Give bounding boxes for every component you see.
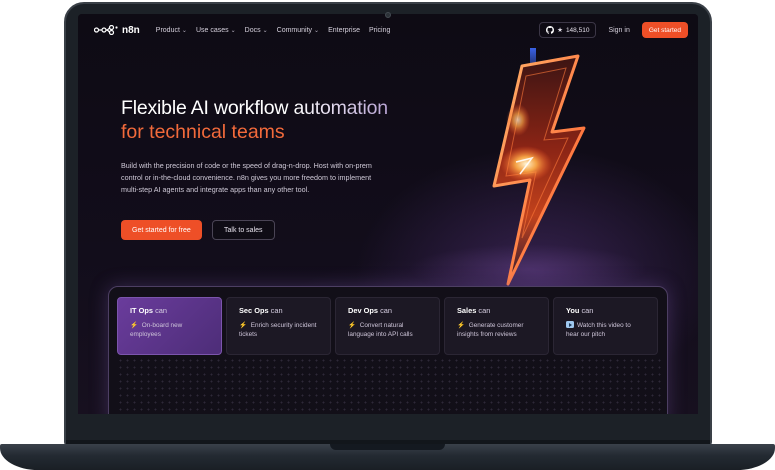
nav-enterprise[interactable]: Enterprise — [328, 27, 360, 34]
card-title: Sales can — [457, 306, 536, 315]
nav-docs[interactable]: Docs ⌄ — [245, 27, 268, 34]
use-case-panel: IT Ops can ⚡ On-board new employees Sec … — [108, 286, 668, 414]
talk-to-sales-button[interactable]: Talk to sales — [212, 220, 275, 240]
sign-in-link[interactable]: Sign in — [608, 27, 629, 34]
card-it-ops[interactable]: IT Ops can ⚡ On-board new employees — [117, 297, 222, 355]
nav-docs-label: Docs — [244, 26, 261, 34]
hero-title-part1: Flexible AI workflow — [121, 97, 294, 119]
card-description: Enrich security incident tickets — [239, 322, 317, 338]
card-description: Generate customer insights from reviews — [457, 322, 524, 338]
card-can: can — [155, 306, 167, 315]
lightning-icon: ⚡ — [457, 322, 465, 329]
card-can: can — [270, 306, 283, 315]
n8n-logo-icon — [94, 25, 118, 35]
chevron-down-icon: ⌄ — [262, 27, 268, 34]
lightning-bolt-icon — [492, 48, 586, 286]
nav-community[interactable]: Community ⌄ — [277, 27, 319, 34]
chevron-down-icon: ⌄ — [230, 27, 236, 34]
github-star-count: 148,510 — [565, 26, 590, 34]
card-description: Watch this video to hear our pitch — [566, 322, 631, 338]
card-can: can — [581, 306, 594, 315]
card-role: Sec Ops — [239, 306, 269, 315]
get-started-button[interactable]: Get started — [641, 22, 688, 38]
card-text: ⚡ Convert natural language into API call… — [348, 321, 427, 339]
camera-icon — [385, 12, 391, 18]
github-icon — [546, 26, 555, 34]
card-role: IT Ops — [130, 306, 153, 315]
card-text: ⚡ Generate customer insights from review… — [457, 321, 536, 339]
n8n-logo[interactable]: n8n — [94, 25, 140, 36]
card-role: Sales — [457, 306, 477, 315]
card-can: can — [380, 306, 392, 315]
nav-use-cases[interactable]: Use cases ⌄ — [196, 27, 236, 34]
nav-pricing-label: Pricing — [368, 26, 391, 34]
card-title: Sec Ops can — [239, 306, 318, 315]
card-you[interactable]: You can Watch this video to hear our pit… — [553, 297, 658, 355]
card-title: You can — [566, 306, 645, 315]
card-title: Dev Ops can — [348, 306, 427, 315]
nav-actions: ★ 148,510 Sign in Get started — [539, 22, 688, 38]
play-icon — [566, 321, 574, 328]
get-started-free-button[interactable]: Get started for free — [121, 220, 202, 240]
card-sales[interactable]: Sales can ⚡ Generate customer insights f… — [444, 297, 549, 355]
hero-title-line2: for technical teams — [121, 121, 285, 143]
nav-links: Product ⌄ Use cases ⌄ Docs ⌄ Community ⌄… — [156, 27, 391, 34]
card-text: ⚡ On-board new employees — [130, 321, 209, 339]
star-icon: ★ — [557, 27, 563, 34]
use-case-cards: IT Ops can ⚡ On-board new employees Sec … — [117, 297, 658, 355]
screen: n8n Product ⌄ Use cases ⌄ Docs ⌄ Communi… — [78, 14, 698, 414]
card-sec-ops[interactable]: Sec Ops can ⚡ Enrich security incident t… — [226, 297, 331, 355]
hero-title: Flexible AI workflow automation — [121, 96, 388, 120]
panel-dot-grid — [117, 357, 661, 414]
card-title: IT Ops can — [130, 306, 209, 315]
hero-description: Build with the precision of code or the … — [121, 161, 372, 194]
nav-enterprise-label: Enterprise — [328, 26, 360, 34]
card-role: Dev Ops — [348, 306, 378, 315]
chevron-down-icon: ⌄ — [181, 27, 187, 34]
hero-title-accent: automation — [293, 97, 388, 119]
logo-text: n8n — [122, 24, 140, 36]
nav-community-label: Community — [276, 26, 313, 34]
nav-product-label: Product — [155, 26, 180, 34]
nav-product[interactable]: Product ⌄ — [156, 27, 187, 34]
lightning-icon: ⚡ — [130, 322, 138, 329]
card-description: Convert natural language into API calls — [348, 322, 413, 338]
lightning-icon: ⚡ — [239, 322, 247, 329]
card-text: Watch this video to hear our pitch — [566, 321, 645, 339]
laptop-notch — [330, 444, 445, 450]
lightning-icon: ⚡ — [348, 322, 356, 329]
card-dev-ops[interactable]: Dev Ops can ⚡ Convert natural language i… — [335, 297, 440, 355]
chevron-down-icon: ⌄ — [314, 27, 320, 34]
top-nav: n8n Product ⌄ Use cases ⌄ Docs ⌄ Communi… — [78, 14, 698, 46]
card-role: You — [566, 306, 580, 315]
card-text: ⚡ Enrich security incident tickets — [239, 321, 318, 339]
card-can: can — [478, 306, 491, 315]
nav-use-cases-label: Use cases — [195, 26, 229, 34]
github-stars-button[interactable]: ★ 148,510 — [539, 22, 597, 38]
nav-pricing[interactable]: Pricing — [369, 27, 390, 34]
